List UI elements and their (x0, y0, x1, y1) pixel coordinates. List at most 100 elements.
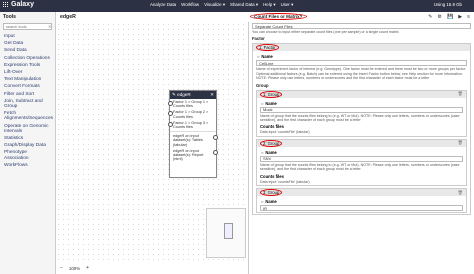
group-2-name-label-text: Name (265, 149, 277, 155)
trash-icon[interactable]: 🗑 (458, 140, 463, 146)
group-3-name-label: ⇔ Name (260, 199, 277, 205)
nav-analyze[interactable]: Analyze Data (150, 2, 176, 8)
nav-shared-data[interactable]: Shared Data ▾ (230, 2, 258, 8)
factor-section-body: ⇔ Name CellLine Name of experiment facto… (253, 51, 470, 214)
main-nav: Analyze Data Workflow Visualize ▾ Shared… (150, 2, 293, 8)
apps-grid-icon[interactable] (3, 1, 9, 8)
masthead: Galaxy Analyze Data Workflow Visualize ▾… (0, 0, 474, 12)
group-3-name-value: IR (263, 205, 267, 211)
node-close-icon[interactable]: ✕ (210, 92, 214, 98)
group-2-counts-value: Data input 'countsFile' (tabular) (260, 179, 310, 184)
tools-panel: Tools ✕ Input Get Data Send Data Collect… (0, 12, 56, 274)
tool-section-lift-over[interactable]: Lift-Over (0, 70, 55, 75)
tool-section-expression-tools[interactable]: Expression Tools (0, 63, 55, 68)
menu-icon[interactable]: ≡ (467, 14, 470, 20)
tool-section-send-data[interactable]: Send Data (0, 48, 55, 53)
group-1-name-input[interactable]: Mock (260, 106, 463, 113)
group-section-3-header[interactable]: 3: Group 🗑 (257, 189, 466, 197)
factor-section-header[interactable]: 1: Factor (253, 44, 470, 52)
node-title: ✎ edgeR (172, 92, 191, 98)
group-section-1-title: 1: Group (260, 90, 283, 98)
app-root: Galaxy Analyze Data Workflow Visualize ▾… (0, 0, 474, 274)
usage-indicator[interactable]: Using 15.9 Gb (434, 2, 462, 7)
group-section-2-header[interactable]: 2: Group 🗑 (257, 139, 466, 147)
tool-section-join-subtract-group[interactable]: Join, Subtract and Group (0, 99, 55, 109)
group-2-name-label: ⇔ Name (260, 149, 277, 155)
tool-section-phenotype-association[interactable]: Phenotype Association (0, 150, 55, 160)
node-divider (170, 131, 216, 133)
form-title: Count Files or Matrix? (250, 13, 307, 20)
edit-icon: ✎ (172, 92, 176, 97)
tool-search-input[interactable] (6, 24, 48, 29)
tools-header: Tools (3, 14, 16, 20)
group-section-2-title: 2: Group (260, 139, 283, 147)
group-section-1-header[interactable]: 1: Group 🗑 (257, 90, 466, 98)
node-output-report[interactable]: edgeR on input dataset(s): Report (html) (170, 148, 218, 163)
group-1-counts-value: Data input 'countsFile' (tabular) (260, 130, 310, 135)
group-section-2-body: ⇔ Name SNV Name of group that the counts… (257, 147, 466, 185)
save-icon[interactable]: 💾 (447, 14, 453, 20)
factor-label: Factor (252, 36, 265, 42)
tool-sections: Input Get Data Send Data Collection Oper… (0, 34, 55, 168)
group-section-1-body: ⇔ Name Mock Name of group that the count… (257, 98, 466, 136)
group-2-counts-label: Counts files (260, 173, 284, 179)
tool-section-text-manipulation[interactable]: Text Manipulation (0, 77, 55, 82)
node-input-group-1[interactable]: Factor 1 > Group 1 > Counts files (168, 99, 216, 109)
brand[interactable]: Galaxy (3, 1, 34, 8)
settings-icon[interactable]: ⚙ (438, 14, 442, 20)
factor-name-label-text: Name (261, 54, 273, 60)
group-2-help: Name of group that the counts files belo… (260, 162, 460, 172)
tool-section-filter-sort[interactable]: Filter and Sort (0, 92, 55, 97)
group-1-name-label: ⇔ Name (260, 100, 277, 106)
count-files-select-value: Separate Count Files (255, 23, 293, 29)
clear-icon[interactable]: ✕ (48, 24, 51, 29)
group-section-3-body: ⇔ Name IR (257, 196, 466, 212)
group-1-name-value: Mock (263, 107, 273, 113)
nav-visualize[interactable]: Visualize ▾ (204, 2, 225, 8)
count-files-help: You can choose to input either separate … (252, 30, 399, 34)
tool-section-genomic-intervals[interactable]: Operate on Genomic Intervals (0, 124, 55, 134)
nav-help[interactable]: Help ▾ (263, 2, 275, 8)
group-3-name-input[interactable]: IR (260, 205, 463, 212)
tool-section-fetch-alignments[interactable]: Fetch Alignments/Sequences (0, 111, 55, 121)
tool-section-input[interactable]: Input (0, 34, 55, 39)
count-files-select[interactable]: Separate Count Files (252, 23, 471, 29)
zoom-in-icon[interactable]: + (86, 265, 89, 271)
canvas-minimap[interactable] (206, 208, 246, 258)
minimap-node (224, 223, 233, 239)
zoom-out-icon[interactable]: − (60, 265, 63, 271)
group-1-name-label-text: Name (265, 100, 277, 106)
brand-label: Galaxy (11, 1, 34, 8)
group-section-3-title: 3: Group (260, 189, 283, 197)
trash-icon[interactable]: 🗑 (458, 91, 463, 97)
factor-name-label: ⇔ Name (256, 54, 273, 60)
group-2-name-input[interactable]: SNV (260, 155, 463, 162)
node-input-group-2[interactable]: Factor 1 > Group 2 > Counts files (168, 109, 216, 119)
nav-workflow[interactable]: Workflow (181, 2, 199, 8)
tool-section-graph-display[interactable]: Graph/Display Data (0, 143, 55, 148)
zoom-controls: − 100% + (60, 265, 89, 271)
tool-section-convert-formats[interactable]: Convert Formats (0, 84, 55, 89)
workflow-node-edger[interactable]: ✎ edgeR ✕ Factor 1 > Group 1 > Counts fi… (168, 90, 218, 178)
form-toolbar: Count Files or Matrix? ✎ ⚙ 💾 ▶ ≡ (248, 12, 474, 22)
group-3-name-label-text: Name (265, 199, 277, 205)
factor-name-input[interactable]: CellLine (256, 60, 467, 67)
trash-icon[interactable]: 🗑 (458, 190, 463, 196)
zoom-level: 100% (68, 265, 81, 271)
workflow-canvas: edgeR ✎ edgeR ✕ Factor 1 > Group 1 > Cou… (56, 12, 247, 274)
tool-section-get-data[interactable]: Get Data (0, 41, 55, 46)
node-header[interactable]: ✎ edgeR ✕ (170, 91, 216, 99)
node-output-tables[interactable]: edgeR on input dataset(s): Tables (tabul… (170, 133, 218, 148)
run-icon[interactable]: ▶ (458, 14, 462, 20)
group-label: Group (256, 82, 269, 88)
node-input-group-3[interactable]: Factor 1 > Group 3 > Counts files (168, 120, 216, 130)
node-title-label: edgeR (177, 92, 191, 97)
tool-section-collection-operations[interactable]: Collection Operations (0, 56, 55, 61)
nav-user[interactable]: User ▾ (281, 2, 294, 8)
group-section-2: 2: Group 🗑 ⇔ Name SNV Name of group that… (256, 138, 467, 187)
group-section-3: 3: Group 🗑 ⇔ Name IR (256, 188, 467, 214)
pencil-icon[interactable]: ✎ (428, 14, 432, 20)
tool-section-statistics[interactable]: Statistics (0, 136, 55, 141)
group-1-help: Name of group that the counts files belo… (260, 113, 460, 123)
tool-section-workflows[interactable]: WorkFlows (0, 163, 55, 168)
